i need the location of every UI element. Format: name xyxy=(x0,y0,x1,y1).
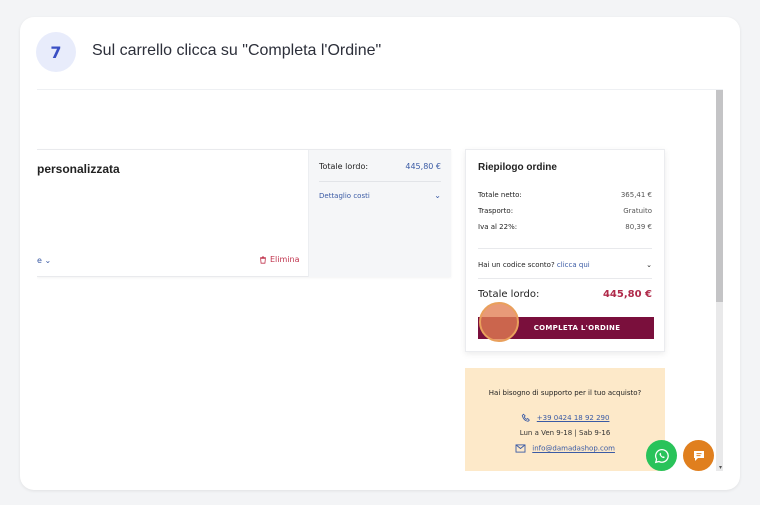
summary-row: Totale netto: 365,41 € xyxy=(478,191,652,199)
scroll-down-arrow[interactable]: ▾ xyxy=(719,464,722,471)
chevron-down-icon[interactable]: ⌄ xyxy=(646,261,652,269)
trash-icon xyxy=(260,255,266,264)
cart-product-card: personalizzata e ⌄ Elimina Totale lordo:… xyxy=(37,149,451,277)
summary-row: Iva al 22%: 80,39 € xyxy=(478,223,652,231)
chat-button[interactable] xyxy=(683,440,714,471)
chevron-down-icon[interactable]: ⌄ xyxy=(434,191,441,200)
discount-link[interactable]: clicca qui xyxy=(557,261,590,269)
cost-details-toggle[interactable]: Dettaglio costi xyxy=(319,192,370,200)
support-box: Hai bisogno di supporto per il tuo acqui… xyxy=(465,368,665,471)
divider xyxy=(478,278,652,279)
divider xyxy=(319,181,441,182)
summary-total: Totale lordo: 445,80 € xyxy=(478,289,652,300)
support-email-link[interactable]: info@damadashop.com xyxy=(532,445,615,453)
support-phone-link[interactable]: +39 0424 18 92 290 xyxy=(537,414,610,422)
support-hours: Lun a Ven 9-18 | Sab 9-16 xyxy=(519,429,611,437)
support-email[interactable]: info@damadashop.com xyxy=(465,444,665,453)
summary-row-label: Iva al 22%: xyxy=(478,223,518,231)
phone-icon xyxy=(521,413,530,422)
summary-total-label: Totale lordo: xyxy=(478,289,540,300)
summary-row-value: Gratuito xyxy=(623,207,652,215)
support-title: Hai bisogno di supporto per il tuo acqui… xyxy=(488,389,642,397)
divider xyxy=(478,248,652,249)
cost-total-value: 445,80 € xyxy=(405,162,441,171)
support-phone[interactable]: +39 0424 18 92 290 xyxy=(465,413,665,423)
screenshot-frame: personalizzata e ⌄ Elimina Totale lordo:… xyxy=(37,89,723,471)
chevron-down-icon: ⌄ xyxy=(44,256,52,265)
whatsapp-button[interactable] xyxy=(646,440,677,471)
summary-title: Riepilogo ordine xyxy=(478,162,557,173)
step-card: 7 Sul carrello clicca su "Completa l'Ord… xyxy=(20,17,740,490)
step-number: 7 xyxy=(36,32,76,72)
cost-total-label: Totale lordo: xyxy=(319,162,369,171)
discount-prompt: Hai un codice sconto? xyxy=(478,261,555,269)
chat-icon xyxy=(693,450,704,461)
summary-row-label: Totale netto: xyxy=(478,191,522,199)
discount-code-toggle[interactable]: Hai un codice sconto? clicca qui ⌄ xyxy=(478,261,652,269)
click-indicator xyxy=(479,302,519,342)
summary-row-value: 365,41 € xyxy=(620,191,652,199)
summary-total-value: 445,80 € xyxy=(602,289,652,300)
summary-row: Trasporto: Gratuito xyxy=(478,207,652,215)
step-title: Sul carrello clicca su "Completa l'Ordin… xyxy=(92,42,382,59)
summary-row-label: Trasporto: xyxy=(478,207,514,215)
product-options-label: e xyxy=(37,256,42,265)
product-options-dropdown[interactable]: e ⌄ xyxy=(37,256,51,265)
product-title: personalizzata xyxy=(37,162,120,176)
mail-icon xyxy=(515,444,526,453)
whatsapp-icon xyxy=(654,448,669,463)
scrollbar-thumb[interactable] xyxy=(716,90,723,302)
delete-button[interactable]: Elimina xyxy=(259,255,300,264)
summary-row-value: 80,39 € xyxy=(625,223,652,231)
delete-label: Elimina xyxy=(270,255,300,264)
cost-panel: Totale lordo: 445,80 € Dettaglio costi ⌄ xyxy=(308,150,451,277)
